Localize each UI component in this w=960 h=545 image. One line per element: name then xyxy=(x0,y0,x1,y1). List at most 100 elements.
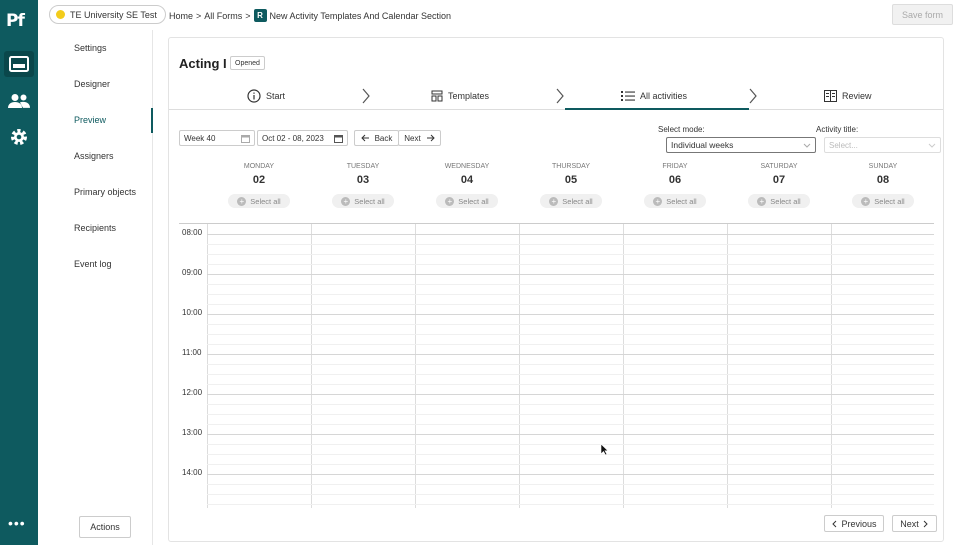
day-name: WEDNESDAY xyxy=(444,163,490,170)
chevron-right-icon xyxy=(749,88,757,104)
form-layout-icon xyxy=(9,56,29,72)
time-slot-line xyxy=(207,424,934,425)
time-label: 10:00 xyxy=(182,308,203,317)
sidebar-item-primary-objects[interactable]: Primary objects xyxy=(74,187,136,197)
breadcrumb-all-forms[interactable]: All Forms xyxy=(204,11,242,21)
list-icon xyxy=(621,91,635,101)
time-slot-line xyxy=(207,264,934,265)
plus-icon: + xyxy=(861,196,871,206)
actions-button[interactable]: Actions xyxy=(79,516,131,538)
tab-all-activities-label: All activities xyxy=(640,91,688,101)
week-picker[interactable]: Week 40 xyxy=(179,130,255,146)
date-range-value: Oct 02 - 08, 2023 xyxy=(262,133,324,143)
sidebar-item-recipients[interactable]: Recipients xyxy=(74,223,116,233)
activity-title-placeholder: Select... xyxy=(829,140,858,150)
breadcrumb-home[interactable]: Home xyxy=(169,11,193,21)
calendar-grid[interactable]: 08:00 09:00 10:00 11:00 12:00 13:00 14:00 xyxy=(179,223,934,508)
time-slot-line xyxy=(207,274,934,275)
calendar-header: MONDAY 02 + Select all TUESDAY 03 + Select all W… xyxy=(179,158,934,224)
gear-icon xyxy=(11,129,27,145)
time-slot-line xyxy=(207,414,934,415)
plus-icon: + xyxy=(237,196,247,206)
time-slot-line xyxy=(207,294,934,295)
settings-nav-button[interactable] xyxy=(4,124,34,150)
next-week-button[interactable]: Next xyxy=(398,130,441,146)
chevron-right-icon xyxy=(923,520,928,527)
select-all-label: Select all xyxy=(458,196,489,206)
plus-icon: + xyxy=(653,196,663,206)
save-form-button[interactable]: Save form xyxy=(892,4,953,25)
day-column-divider xyxy=(207,224,208,508)
plus-icon: + xyxy=(341,196,351,206)
people-nav-button[interactable] xyxy=(4,88,34,114)
form-sidebar: Settings Designer Preview Assigners Prim… xyxy=(38,30,153,545)
week-calendar: MONDAY 02 + Select all TUESDAY 03 + Select all W… xyxy=(179,158,934,508)
time-slot-line xyxy=(207,474,934,475)
chevron-right-icon xyxy=(556,88,564,104)
activity-title-dropdown[interactable]: Select... xyxy=(824,137,941,153)
tab-start[interactable]: Start xyxy=(247,82,285,110)
select-all-button[interactable]: + Select all xyxy=(852,194,914,208)
day-column-header: TUESDAY 03 + Select all xyxy=(311,158,415,208)
select-all-label: Select all xyxy=(666,196,697,206)
select-all-label: Select all xyxy=(354,196,385,206)
time-slot-line xyxy=(207,314,934,315)
more-icon[interactable]: ••• xyxy=(8,515,26,531)
org-name: TE University SE Test xyxy=(70,9,157,20)
tab-all-activities[interactable]: All activities xyxy=(621,82,687,110)
select-all-button[interactable]: + Select all xyxy=(540,194,602,208)
time-slot-line xyxy=(207,244,934,245)
info-icon xyxy=(247,89,261,103)
time-slot-line xyxy=(207,344,934,345)
sidebar-item-designer[interactable]: Designer xyxy=(74,79,110,89)
select-all-button[interactable]: + Select all xyxy=(748,194,810,208)
app-rail: Pf ••• xyxy=(0,0,38,545)
activity-title-label: Activity title: xyxy=(816,125,859,134)
sidebar-item-settings[interactable]: Settings xyxy=(74,43,107,53)
day-column-header: SATURDAY 07 + Select all xyxy=(727,158,831,208)
review-icon xyxy=(824,90,837,102)
select-all-button[interactable]: + Select all xyxy=(644,194,706,208)
tab-templates[interactable]: Templates xyxy=(431,82,489,110)
day-name: TUESDAY xyxy=(346,163,380,170)
previous-button[interactable]: Previous xyxy=(824,515,884,532)
day-number: 02 xyxy=(252,174,266,186)
next-button[interactable]: Next xyxy=(892,515,937,532)
day-number: 05 xyxy=(564,174,578,186)
sidebar-item-event-log[interactable]: Event log xyxy=(74,259,112,269)
calendar-icon xyxy=(241,134,250,143)
select-all-button[interactable]: + Select all xyxy=(436,194,498,208)
tab-review-label: Review xyxy=(842,91,872,101)
forms-nav-button[interactable] xyxy=(4,51,34,77)
org-switcher[interactable]: TE University SE Test xyxy=(49,5,166,24)
time-slot-line xyxy=(207,394,934,395)
select-all-label: Select all xyxy=(562,196,593,206)
arrow-left-icon xyxy=(360,134,369,142)
chevron-down-icon xyxy=(803,143,811,148)
day-column-divider xyxy=(415,224,416,508)
time-slot-line xyxy=(207,234,934,235)
previous-label: Previous xyxy=(841,518,877,529)
breadcrumb: Home > All Forms > R New Activity Templa… xyxy=(169,9,451,22)
time-slot-line xyxy=(207,494,934,495)
tab-review[interactable]: Review xyxy=(824,82,872,110)
breadcrumb-separator: > xyxy=(196,10,202,21)
date-range-picker[interactable]: Oct 02 - 08, 2023 xyxy=(257,130,348,146)
time-slot-line xyxy=(207,434,934,435)
time-slot-line xyxy=(207,324,934,325)
sidebar-item-preview[interactable]: Preview xyxy=(74,115,106,125)
select-mode-dropdown[interactable]: Individual weeks xyxy=(666,137,816,153)
sidebar-item-assigners[interactable]: Assigners xyxy=(74,151,114,161)
tab-templates-label: Templates xyxy=(448,91,490,101)
day-number: 06 xyxy=(668,174,682,186)
day-name: THURSDAY xyxy=(552,163,590,170)
active-tab-indicator xyxy=(565,108,749,110)
back-button[interactable]: Back xyxy=(354,130,399,146)
time-slot-line xyxy=(207,364,934,365)
select-all-label: Select all xyxy=(250,196,281,206)
plus-icon: + xyxy=(549,196,559,206)
people-icon xyxy=(8,94,30,108)
next-label: Next xyxy=(404,133,421,143)
select-all-button[interactable]: + Select all xyxy=(228,194,290,208)
select-all-button[interactable]: + Select all xyxy=(332,194,394,208)
